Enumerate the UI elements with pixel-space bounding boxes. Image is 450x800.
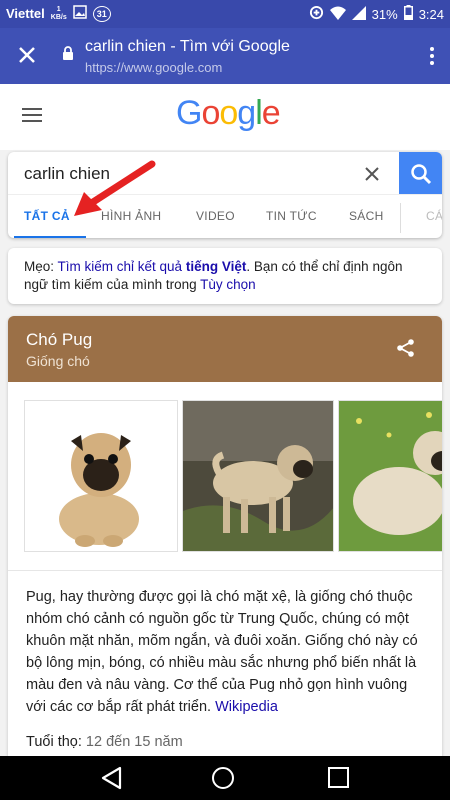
wifi-icon	[329, 6, 346, 23]
overflow-menu-icon[interactable]	[430, 44, 434, 68]
signal-icon	[351, 5, 366, 23]
network-speed: 1 KB/s	[50, 5, 67, 21]
close-tab-button[interactable]	[14, 42, 40, 68]
tab-all[interactable]: TẤT CẢ	[24, 209, 70, 223]
status-bar: Viettel 1 KB/s 31 31% 3:24	[0, 0, 450, 28]
page-url[interactable]: https://www.google.com	[85, 60, 222, 75]
notification-badge: 31	[92, 5, 111, 22]
browser-toolbar: carlin chien - Tìm với Google https://ww…	[0, 28, 450, 84]
home-icon[interactable]	[212, 767, 234, 789]
section-divider	[8, 570, 442, 571]
lifespan-label: Tuổi thọ:	[26, 734, 86, 750]
data-saver-icon	[309, 5, 324, 23]
back-icon[interactable]	[100, 766, 122, 795]
hamburger-menu-icon[interactable]	[22, 108, 42, 126]
page-title[interactable]: carlin chien - Tìm với Google	[85, 38, 290, 56]
image-carousel	[24, 400, 442, 552]
system-nav-bar	[0, 756, 450, 800]
lifespan-value: 12 đến 15 năm	[85, 734, 183, 750]
active-tab-indicator	[14, 236, 86, 238]
search-button[interactable]	[399, 152, 442, 194]
google-logo[interactable]: Google	[176, 94, 281, 133]
pug-image-3[interactable]	[338, 400, 442, 552]
tip-prefix: Mẹo:	[24, 259, 58, 274]
carrier-name: Viettel	[6, 6, 45, 21]
knowledge-description: Pug, hay thường được gọi là chó mặt xệ, …	[26, 589, 418, 715]
tip-link-options[interactable]: Tùy chọn	[200, 277, 256, 292]
battery-percent: 31%	[371, 6, 398, 22]
tip-link-language: tiếng Việt	[185, 259, 247, 274]
knowledge-subtitle: Giống chó	[26, 353, 90, 369]
tip-link-search[interactable]: Tìm kiếm chỉ kết quả tiếng Việt	[58, 259, 247, 274]
clear-search-icon[interactable]	[364, 158, 380, 189]
recent-apps-icon[interactable]	[328, 767, 349, 788]
tab-divider	[400, 203, 401, 233]
red-arrow-annotation	[74, 160, 156, 216]
lifespan-row: Tuổi thọ: 12 đến 15 năm	[26, 734, 183, 750]
share-icon[interactable]	[396, 338, 416, 363]
gallery-icon	[72, 5, 87, 22]
language-tip: Mẹo: Tìm kiếm chỉ kết quả tiếng Việt. Bạ…	[8, 248, 442, 304]
search-icon	[411, 164, 432, 185]
knowledge-panel: Chó Pug Giống chó Pug, hay thường được g…	[8, 316, 442, 756]
pug-image-1[interactable]	[24, 400, 178, 552]
close-icon	[19, 47, 35, 63]
lock-icon	[62, 46, 74, 66]
wikipedia-link[interactable]: Wikipedia	[215, 699, 278, 715]
tab-books[interactable]: SÁCH	[349, 209, 384, 223]
knowledge-header: Chó Pug Giống chó	[8, 316, 442, 382]
google-header: Google	[0, 84, 450, 150]
knowledge-title[interactable]: Chó Pug	[26, 330, 92, 350]
battery-icon	[403, 5, 413, 23]
tab-video[interactable]: VIDEO	[196, 209, 235, 223]
tab-news[interactable]: TIN TỨC	[266, 209, 317, 223]
pug-image-2[interactable]	[182, 400, 334, 552]
tab-more[interactable]: CÁ	[426, 209, 442, 223]
clock: 3:24	[418, 6, 444, 22]
